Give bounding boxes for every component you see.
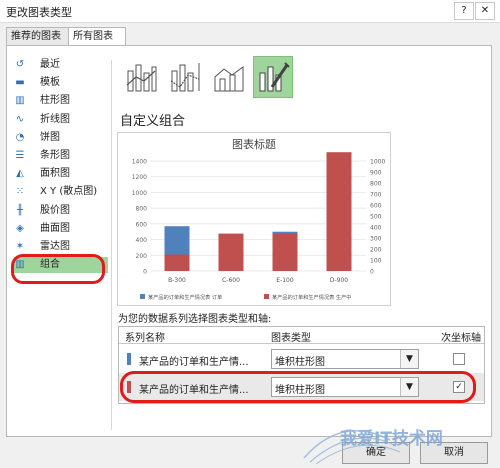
- annotation-oval-combo: [11, 254, 105, 284]
- surface-chart-icon: ◈: [16, 222, 24, 234]
- stacked-area-column-icon[interactable]: [209, 56, 249, 98]
- y2-tick-label: 400: [370, 225, 382, 232]
- y2-tick-label: 900: [370, 170, 382, 177]
- y-tick-label: 400: [136, 237, 148, 244]
- stock-chart-icon: ╫: [16, 204, 24, 216]
- line-chart-icon: ∿: [15, 113, 25, 125]
- header-secondary-axis: 次坐标轴: [441, 333, 481, 344]
- sidebar-item[interactable]: ◭ 面积图: [14, 166, 108, 182]
- sidebar-item-label: 最近: [40, 59, 60, 70]
- watermark-logo: 我爱IT技术网: [303, 428, 443, 465]
- series-hint: 为您的数据系列选择图表类型和轴:: [118, 314, 272, 325]
- radar-chart-icon: ✶: [15, 241, 25, 252]
- chart-preview: 图表标题 0 200 400 600 800 1000 1200 1400 0 100 200 300 4…: [117, 132, 391, 306]
- series-row: 某产品的订单和生产情... 堆积柱形图 ▼: [119, 345, 484, 373]
- sidebar-item[interactable]: ✶ 雷达图: [14, 239, 108, 255]
- x-tick-label: B-300: [168, 277, 186, 284]
- sidebar-item-label: 模板: [40, 77, 60, 89]
- bar-series2: [218, 233, 244, 271]
- sidebar-item[interactable]: ⁙ X Y (散点图): [14, 184, 108, 200]
- clustered-column-line-icon[interactable]: [121, 56, 161, 98]
- sidebar-item-label: 饼图: [40, 131, 60, 143]
- x-tick-label: D-900: [330, 277, 348, 284]
- sidebar-item[interactable]: ▥ 柱形图: [14, 93, 108, 109]
- sidebar-item[interactable]: ◔ 饼图: [14, 130, 108, 146]
- x-tick-label: E-100: [276, 277, 294, 284]
- sidebar-item-label: 柱形图: [40, 95, 70, 107]
- sidebar-item-label: 面积图: [40, 168, 70, 180]
- legend-swatch: [140, 294, 145, 299]
- legend-label: 某产品的订单和生产情况表 订单: [148, 293, 222, 301]
- watermark-text: 我爱IT技术网: [340, 428, 443, 449]
- sidebar-item-label: X Y (散点图): [40, 186, 98, 198]
- column-chart-icon: ▥: [15, 95, 25, 107]
- area-chart-icon: ◭: [16, 168, 24, 180]
- folder-icon: ▬: [15, 77, 25, 89]
- chevron-down-icon[interactable]: ▼: [400, 350, 418, 368]
- close-button[interactable]: ✕: [475, 2, 495, 20]
- y2-tick-label: 300: [370, 236, 382, 243]
- header-series-name: 系列名称: [125, 333, 165, 344]
- sidebar-item-label: 条形图: [40, 150, 70, 161]
- sidebar-item[interactable]: ↺ 最近: [14, 57, 108, 73]
- sidebar-item-label: 雷达图: [40, 241, 70, 252]
- chart-title: 图表标题: [232, 137, 276, 151]
- bar-series2: [164, 254, 190, 271]
- sidebar-divider: [111, 60, 112, 430]
- tab-recommended-charts[interactable]: 推荐的图表: [6, 27, 72, 45]
- x-tick-label: C-600: [222, 277, 240, 284]
- bar-chart-icon: ☰: [15, 150, 25, 161]
- legend-label: 某产品的订单和生产情况表 生产中: [272, 293, 351, 301]
- series-grid-header: 系列名称 图表类型 次坐标轴: [119, 327, 484, 344]
- help-button[interactable]: ?: [454, 2, 474, 20]
- combo-chart: 图表标题 0 200 400 600 800 1000 1200 1400 0 100 200 300 4…: [132, 137, 386, 301]
- y-tick-label: 200: [136, 253, 148, 260]
- header-chart-type: 图表类型: [271, 333, 311, 344]
- y2-tick-label: 0: [370, 269, 374, 276]
- title-bar: 更改图表类型 ? ✕: [0, 0, 500, 23]
- sidebar-item[interactable]: ▬ 模板: [14, 75, 108, 91]
- y2-tick-label: 600: [370, 203, 382, 210]
- bar-series2: [326, 152, 352, 271]
- scatter-chart-icon: ⁙: [15, 186, 25, 198]
- tab-all-charts[interactable]: 所有图表: [68, 27, 126, 46]
- chart-type-dropdown[interactable]: 堆积柱形图 ▼: [271, 349, 419, 369]
- sidebar-item[interactable]: ╫ 股价图: [14, 203, 108, 219]
- y-tick-label: 1000: [132, 190, 147, 197]
- pie-chart-icon: ◔: [15, 131, 25, 143]
- y-tick-label: 0: [143, 269, 147, 276]
- y2-tick-label: 500: [370, 214, 382, 221]
- annotation-oval-series-row: [120, 371, 476, 403]
- y2-tick-label: 100: [370, 258, 382, 265]
- sidebar-item-label: 折线图: [40, 113, 70, 125]
- bar-series2: [272, 233, 298, 271]
- y-tick-label: 1400: [132, 159, 147, 166]
- y2-tick-label: 1000: [370, 159, 385, 166]
- y-tick-label: 800: [136, 206, 148, 213]
- series-color-swatch: [127, 353, 131, 365]
- sidebar-item[interactable]: ☰ 条形图: [14, 148, 108, 164]
- y-tick-label: 600: [136, 221, 148, 228]
- y2-tick-label: 700: [370, 192, 382, 199]
- y-tick-label: 1200: [132, 174, 147, 181]
- sidebar-item[interactable]: ∿ 折线图: [14, 112, 108, 128]
- y2-tick-label: 800: [370, 181, 382, 188]
- chart-type-value: 堆积柱形图: [275, 357, 325, 368]
- recent-icon: ↺: [15, 59, 25, 70]
- series-name: 某产品的订单和生产情...: [139, 357, 249, 368]
- sidebar-item-label: 曲面图: [40, 222, 70, 234]
- clustered-column-line-secondary-icon[interactable]: [165, 56, 205, 98]
- custom-combination-icon[interactable]: [253, 56, 293, 98]
- sidebar-item[interactable]: ◈ 曲面图: [14, 221, 108, 237]
- window-title: 更改图表类型: [6, 6, 72, 19]
- section-title: 自定义组合: [120, 114, 186, 129]
- legend-swatch: [264, 294, 269, 299]
- sidebar-item-label: 股价图: [40, 204, 70, 216]
- secondary-axis-checkbox[interactable]: [453, 353, 465, 365]
- y2-tick-label: 200: [370, 247, 382, 254]
